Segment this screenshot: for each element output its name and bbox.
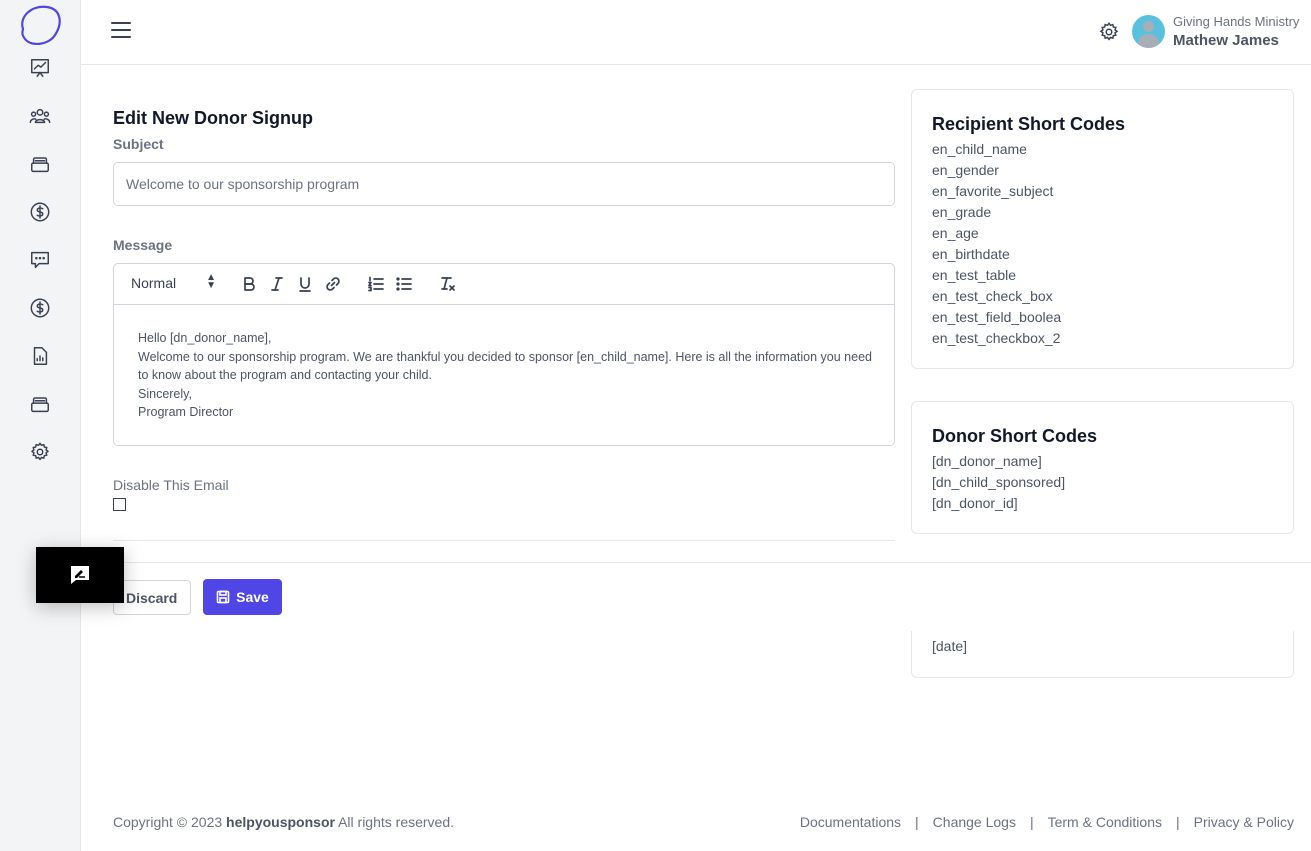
footer-separator: |: [1176, 814, 1180, 830]
short-code[interactable]: [dn_donor_id]: [932, 493, 1065, 514]
recipient-codes-panel: Recipient Short Codes en_child_name en_g…: [911, 89, 1294, 369]
recipient-codes-title: Recipient Short Codes: [932, 114, 1126, 134]
general-codes-panel: [date]: [911, 631, 1294, 678]
subject-label: Subject: [113, 136, 164, 152]
clear-format-icon[interactable]: [439, 275, 457, 293]
message-line: Hello [dn_donor_name],: [138, 331, 272, 345]
feedback-edit-icon: [71, 566, 89, 584]
feedback-button[interactable]: [36, 547, 124, 603]
disable-email-label: Disable This Email: [113, 477, 229, 493]
page-title: Edit New Donor Signup: [113, 108, 313, 128]
gear-icon[interactable]: [28, 440, 52, 464]
short-code[interactable]: en_age: [932, 223, 1061, 244]
bold-icon[interactable]: [240, 275, 258, 293]
short-code[interactable]: en_favorite_subject: [932, 181, 1061, 202]
top-header: Giving Hands Ministry Mathew James: [81, 0, 1311, 65]
short-code[interactable]: en_test_checkbox_2: [932, 328, 1061, 349]
short-code[interactable]: en_birthdate: [932, 244, 1061, 265]
short-code[interactable]: [dn_child_sponsored]: [932, 472, 1065, 493]
message-body[interactable]: Hello [dn_donor_name], Welcome to our sp…: [138, 329, 878, 422]
footer-links: Documentations | Change Logs | Term & Co…: [800, 814, 1294, 830]
donor-codes-title: Donor Short Codes: [932, 426, 1097, 446]
ordered-list-icon[interactable]: [367, 275, 385, 293]
footer-link-change-logs[interactable]: Change Logs: [933, 814, 1016, 830]
copyright-prefix: Copyright © 2023: [113, 814, 223, 830]
disable-email-checkbox[interactable]: [113, 498, 126, 511]
footer-separator: |: [915, 814, 919, 830]
short-code[interactable]: en_test_field_boolea: [932, 307, 1061, 328]
divider: [113, 540, 895, 541]
chart-icon[interactable]: [28, 56, 52, 80]
report-icon[interactable]: [28, 344, 52, 368]
editor-toolbar: Normal ▲ ▼: [114, 264, 894, 305]
general-codes-list: [date]: [932, 636, 967, 657]
dollar-icon[interactable]: [28, 200, 52, 224]
short-code[interactable]: [date]: [932, 636, 967, 657]
link-icon[interactable]: [324, 275, 342, 293]
recipient-codes-list: en_child_name en_gender en_favorite_subj…: [932, 139, 1061, 349]
short-code[interactable]: en_child_name: [932, 139, 1061, 160]
subject-input[interactable]: [113, 162, 895, 206]
message-line: Welcome to our sponsorship program. We a…: [138, 349, 872, 383]
sidebar: [0, 0, 81, 851]
donor-codes-list: [dn_donor_name] [dn_child_sponsored] [dn…: [932, 451, 1065, 514]
underline-icon[interactable]: [296, 275, 314, 293]
users-icon[interactable]: [28, 104, 52, 128]
message-label: Message: [113, 237, 173, 253]
logo-icon[interactable]: [17, 3, 63, 45]
footer-separator: |: [1029, 814, 1034, 830]
format-select[interactable]: Normal ▲ ▼: [131, 272, 216, 292]
short-code[interactable]: en_grade: [932, 202, 1061, 223]
save-icon: [216, 590, 230, 604]
message-line: Program Director: [138, 405, 234, 419]
user-name[interactable]: Mathew James: [1173, 32, 1279, 49]
discard-button[interactable]: Discard: [113, 580, 191, 615]
short-code[interactable]: [dn_donor_name]: [932, 451, 1065, 472]
save-label: Save: [236, 589, 269, 605]
dollar-icon[interactable]: [28, 296, 52, 320]
box-icon[interactable]: [28, 152, 52, 176]
brand-name: helpyousponsor: [226, 814, 335, 830]
format-select-value: Normal: [131, 275, 177, 291]
copyright: Copyright © 2023 helpyousponsor All righ…: [113, 814, 454, 830]
menu-icon[interactable]: [111, 22, 131, 40]
short-code[interactable]: en_test_check_box: [932, 286, 1061, 307]
divider: [81, 562, 1311, 563]
copyright-suffix: All rights reserved.: [338, 814, 455, 830]
italic-icon[interactable]: [268, 275, 286, 293]
short-code[interactable]: en_test_table: [932, 265, 1061, 286]
donor-codes-panel: Donor Short Codes [dn_donor_name] [dn_ch…: [911, 401, 1294, 534]
select-arrows-icon: ▲ ▼: [206, 272, 216, 291]
box-icon[interactable]: [28, 392, 52, 416]
short-code[interactable]: en_gender: [932, 160, 1061, 181]
footer-link-documentations[interactable]: Documentations: [800, 814, 901, 830]
save-button[interactable]: Save: [203, 579, 282, 615]
avatar[interactable]: [1132, 15, 1165, 48]
bullet-list-icon[interactable]: [395, 275, 413, 293]
message-editor[interactable]: Normal ▲ ▼ Hello [dn_donor_name], Welcome…: [113, 263, 895, 446]
footer-link-privacy[interactable]: Privacy & Policy: [1194, 814, 1294, 830]
footer-link-terms[interactable]: Term & Conditions: [1048, 814, 1162, 830]
message-line: Sincerely,: [138, 386, 192, 401]
message-icon[interactable]: [28, 248, 52, 272]
org-name: Giving Hands Ministry: [1173, 14, 1300, 29]
settings-gear-icon[interactable]: [1098, 21, 1120, 43]
